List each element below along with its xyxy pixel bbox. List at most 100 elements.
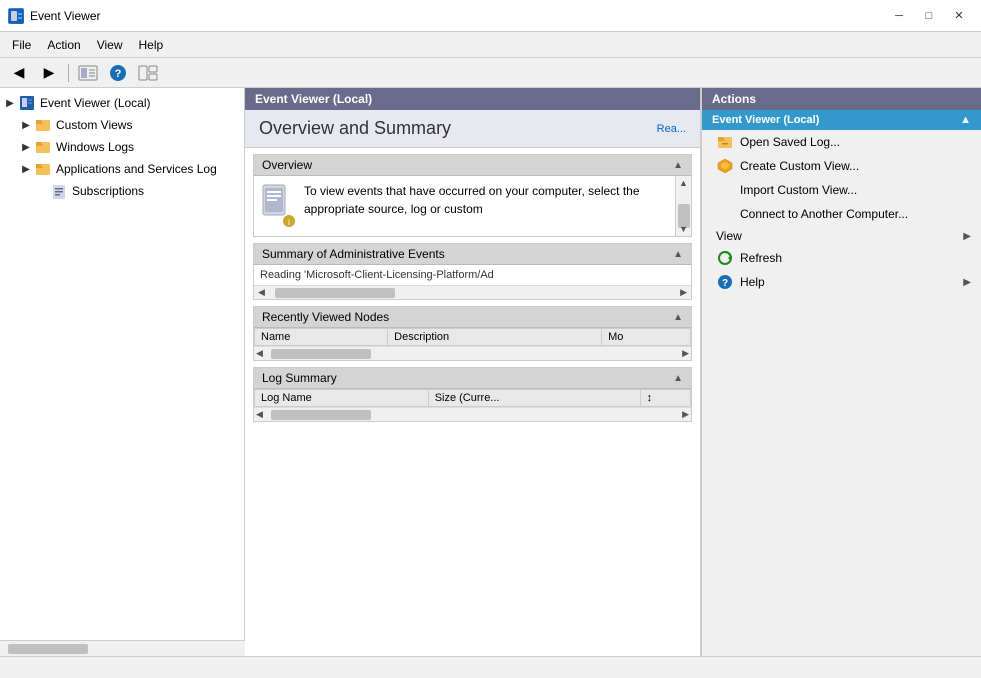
log-summary-hscroll[interactable]: ◀ ▶ [254, 407, 691, 421]
menu-help[interactable]: Help [131, 35, 172, 55]
overview-icon: i [260, 182, 296, 230]
close-button[interactable]: ✕ [945, 6, 973, 26]
content-read-more[interactable]: Rea... [657, 123, 686, 135]
action-view[interactable]: View ▶ [702, 226, 981, 246]
log-summary-section: Log Summary ▲ Log Name Size (Curre... ↕ [253, 367, 692, 422]
overview-content: i To view events that have occurred on y… [254, 176, 691, 236]
admin-hscroll[interactable]: ◀ ▶ [254, 285, 691, 299]
toolbar-separator-1 [68, 64, 69, 82]
back-button[interactable]: ◀ [6, 62, 32, 84]
custom-views-icon [34, 116, 52, 134]
action-open-saved-log-label: Open Saved Log... [740, 135, 840, 149]
recently-viewed-header[interactable]: Recently Viewed Nodes ▲ [254, 307, 691, 328]
recently-viewed-hscroll-thumb [271, 349, 371, 359]
sidebar-item-subscriptions[interactable]: Subscriptions [0, 180, 244, 202]
expand-icon-custom: ▶ [18, 120, 34, 131]
open-saved-log-icon [716, 133, 734, 151]
import-custom-view-icon [716, 181, 734, 199]
recently-viewed-title: Recently Viewed Nodes [262, 310, 389, 324]
log-summary-content: Log Name Size (Curre... ↕ [254, 389, 691, 407]
content-title-bar: Overview and Summary Rea... [245, 110, 700, 148]
sidebar-label-app-services: Applications and Services Log [56, 162, 217, 176]
forward-button[interactable]: ▶ [36, 62, 62, 84]
recently-viewed-table: Name Description Mo [254, 328, 691, 346]
app-services-icon [34, 160, 52, 178]
connect-computer-icon [716, 205, 734, 223]
sidebar-hscroll[interactable] [0, 640, 245, 656]
col-logname: Log Name [255, 390, 429, 407]
admin-reading-text: Reading 'Microsoft-Client-Licensing-Plat… [260, 269, 685, 281]
action-create-custom-view-label: Create Custom View... [740, 159, 859, 173]
recently-viewed-collapse-btn[interactable]: ▲ [673, 312, 683, 323]
status-bar [0, 656, 981, 678]
action-connect-computer[interactable]: Connect to Another Computer... [702, 202, 981, 226]
overview-text: To view events that have occurred on you… [304, 182, 685, 218]
maximize-button[interactable]: □ [915, 6, 943, 26]
action-group-title[interactable]: Event Viewer (Local) ▲ [702, 110, 981, 130]
recently-viewed-content: Name Description Mo [254, 328, 691, 346]
sidebar-item-windows-logs[interactable]: ▶ Windows Logs [0, 136, 244, 158]
sidebar-item-event-viewer-local[interactable]: ▶ Event Viewer (Local) [0, 92, 244, 114]
admin-events-section: Summary of Administrative Events ▲ Readi… [253, 243, 692, 300]
expand-icon-windows-logs: ▶ [18, 142, 34, 153]
admin-hscroll-thumb [275, 288, 395, 298]
menu-view[interactable]: View [89, 35, 131, 55]
svg-text:?: ? [722, 278, 728, 289]
help-toolbar-button[interactable]: ? [105, 62, 131, 84]
log-summary-table: Log Name Size (Curre... ↕ [254, 389, 691, 407]
actions-panel-header: Actions [702, 88, 981, 110]
admin-events-content: Reading 'Microsoft-Client-Licensing-Plat… [254, 265, 691, 285]
menu-action[interactable]: Action [39, 35, 88, 55]
view-submenu-arrow: ▶ [963, 231, 971, 242]
col-name: Name [255, 329, 388, 346]
col-mo: Mo [602, 329, 691, 346]
toolbar: ◀ ▶ ? [0, 58, 981, 88]
overview-scrollbar[interactable]: ▲ ▼ [675, 176, 691, 236]
action-open-saved-log[interactable]: Open Saved Log... [702, 130, 981, 154]
scope-button[interactable] [75, 62, 101, 84]
content-area: Event Viewer (Local) Overview and Summar… [245, 88, 701, 656]
overview-collapse-btn[interactable]: ▲ [673, 160, 683, 171]
expand-icon-app-services: ▶ [18, 164, 34, 175]
sidebar-item-app-services[interactable]: ▶ Applications and Services Log [0, 158, 244, 180]
help-submenu-arrow: ▶ [963, 277, 971, 288]
log-summary-collapse-btn[interactable]: ▲ [673, 373, 683, 384]
log-summary-title: Log Summary [262, 371, 337, 385]
action-import-custom-view-label: Import Custom View... [740, 183, 857, 197]
col-description: Description [388, 329, 602, 346]
action-help[interactable]: ? Help ▶ [702, 270, 981, 294]
svg-text:?: ? [115, 68, 122, 80]
title-text: Event Viewer [30, 9, 100, 23]
sidebar-label-windows-logs: Windows Logs [56, 140, 134, 154]
sidebar: ▶ Event Viewer (Local) ▶ Custom Views [0, 88, 245, 656]
minimize-button[interactable]: ─ [885, 6, 913, 26]
admin-events-collapse-btn[interactable]: ▲ [673, 249, 683, 260]
admin-events-header[interactable]: Summary of Administrative Events ▲ [254, 244, 691, 265]
event-viewer-icon [18, 94, 36, 112]
menu-file[interactable]: File [4, 35, 39, 55]
action-refresh[interactable]: Refresh [702, 246, 981, 270]
sidebar-hscroll-thumb [8, 644, 88, 654]
admin-events-title: Summary of Administrative Events [262, 247, 445, 261]
action-connect-label: Connect to Another Computer... [740, 207, 908, 221]
main-container: ▶ Event Viewer (Local) ▶ Custom Views [0, 88, 981, 656]
sidebar-label-event-viewer-local: Event Viewer (Local) [40, 96, 151, 110]
action-help-label: Help [740, 275, 765, 289]
app-icon [8, 8, 24, 24]
log-summary-header[interactable]: Log Summary ▲ [254, 368, 691, 389]
action-create-custom-view[interactable]: Create Custom View... [702, 154, 981, 178]
actions-panel: Actions Event Viewer (Local) ▲ Open Save… [701, 88, 981, 656]
overview-section-header[interactable]: Overview ▲ [254, 155, 691, 176]
col-sort[interactable]: ↕ [640, 390, 690, 407]
action-view-label: View [716, 229, 742, 243]
action-refresh-label: Refresh [740, 251, 782, 265]
expand-icon: ▶ [2, 98, 18, 109]
refresh-icon [716, 249, 734, 267]
action-import-custom-view[interactable]: Import Custom View... [702, 178, 981, 202]
action-group-label: Event Viewer (Local) [712, 114, 819, 126]
sidebar-item-custom-views[interactable]: ▶ Custom Views [0, 114, 244, 136]
recently-viewed-hscroll[interactable]: ◀ ▶ [254, 346, 691, 360]
sidebar-label-custom-views: Custom Views [56, 118, 132, 132]
properties-button[interactable] [135, 62, 161, 84]
window-controls: ─ □ ✕ [885, 6, 973, 26]
